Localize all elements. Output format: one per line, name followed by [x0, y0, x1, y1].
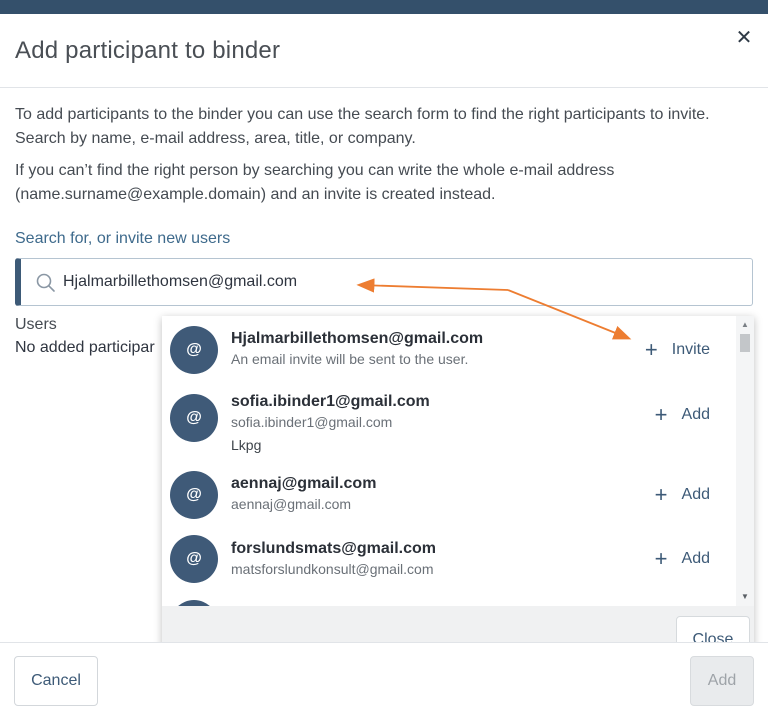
avatar: @ [170, 471, 218, 519]
add-button[interactable]: + Add [654, 402, 710, 427]
users-label: Users [15, 316, 57, 333]
search-box[interactable] [15, 258, 753, 306]
intro-text-1: To add participants to the binder you ca… [15, 106, 710, 147]
result-item[interactable]: @ forslundsmats@gmail.com matsforslundko… [162, 534, 736, 598]
invite-button[interactable]: + Invite [644, 337, 710, 362]
result-name: sofia.ibinder1@gmail.com [231, 393, 430, 410]
invite-label: Invite [671, 341, 710, 358]
result-name: aennaj@gmail.com [231, 475, 377, 492]
close-icon[interactable]: ✕ [734, 28, 754, 48]
intro-text-2: If you can’t find the right person by se… [15, 162, 615, 203]
result-email: aennaj@gmail.com [231, 496, 352, 512]
results-list: @ Hjalmarbillethomsen@gmail.com An email… [162, 316, 736, 606]
result-email: matsforslundkonsult@gmail.com [231, 561, 434, 577]
avatar: @ [170, 326, 218, 374]
dialog-footer: Cancel Add [0, 642, 768, 721]
result-item[interactable]: @ sofia.ibinder1@gmail.com sofia.ibinder… [162, 380, 736, 468]
results-scrollbar[interactable]: ▲ ▼ [736, 316, 754, 606]
result-item-invite[interactable]: @ Hjalmarbillethomsen@gmail.com An email… [162, 316, 736, 380]
result-name: Hjalmarbillethomsen@gmail.com [231, 330, 484, 347]
cancel-button[interactable]: Cancel [14, 656, 98, 706]
result-name: forslundsmats@gmail.com [231, 540, 436, 557]
result-location: Lkpg [231, 437, 262, 453]
dialog-header: Add participant to binder ✕ [0, 14, 768, 88]
plus-icon: + [644, 337, 658, 362]
scroll-up-icon[interactable]: ▲ [736, 320, 754, 330]
search-label: Search for, or invite new users [15, 230, 231, 247]
search-input[interactable] [63, 259, 743, 305]
add-label: Add [681, 486, 710, 503]
dialog-title: Add participant to binder [15, 37, 281, 64]
add-label: Add [681, 406, 710, 423]
add-button-disabled: Add [690, 656, 754, 706]
search-results-dropdown: @ Hjalmarbillethomsen@gmail.com An email… [162, 316, 754, 656]
plus-icon: + [654, 482, 668, 507]
search-icon [36, 273, 55, 292]
no-participants-text: No added participar [15, 339, 155, 356]
add-button[interactable]: + Add [654, 546, 710, 571]
result-item[interactable]: @ aennaj@gmail.com aennaj@gmail.com + Ad… [162, 468, 736, 534]
add-button[interactable]: + Add [654, 482, 710, 507]
top-bar [0, 0, 768, 14]
result-item-partial[interactable]: @ [162, 598, 736, 606]
result-subtitle: An email invite will be sent to the user… [231, 351, 469, 367]
plus-icon: + [654, 402, 668, 427]
avatar: @ [170, 394, 218, 442]
add-label: Add [681, 550, 710, 567]
avatar: @ [170, 535, 218, 583]
result-email: sofia.ibinder1@gmail.com [231, 414, 393, 430]
plus-icon: + [654, 546, 668, 571]
scroll-down-icon[interactable]: ▼ [736, 592, 754, 602]
scrollbar-thumb[interactable] [740, 334, 750, 352]
